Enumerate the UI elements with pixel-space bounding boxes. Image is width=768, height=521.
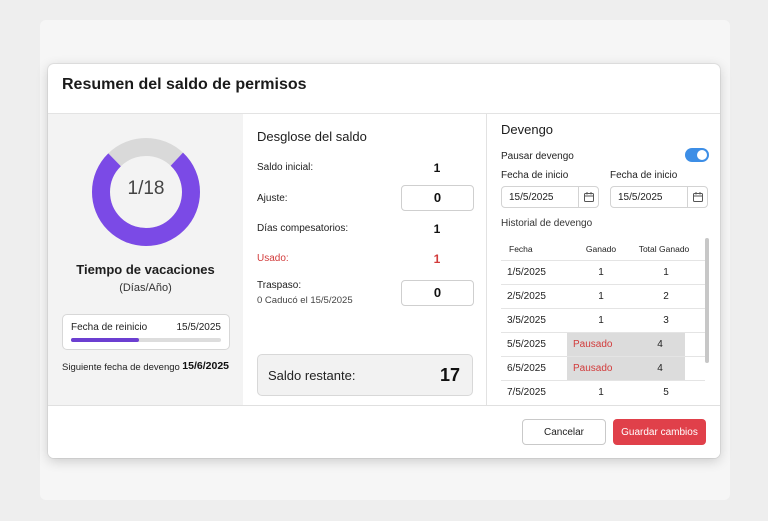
row-date: 6/5/2025 [507,363,546,374]
start-date-input-1[interactable]: 15/5/2025 [501,186,599,208]
table-row: 6/5/2025 Pausado 4 [501,356,705,381]
remaining-balance-label: Saldo restante: [268,368,356,383]
row-earned: 1 [598,267,604,278]
pause-accrual-label: Pausar devengo [501,151,574,162]
save-changes-button[interactable]: Guardar cambios [613,419,706,445]
used-label: Usado: [257,253,289,264]
toggle-knob [697,150,707,160]
pause-accrual-toggle[interactable] [685,148,709,162]
start-date-label-2: Fecha de inicio [610,170,678,181]
row-total: 2 [663,291,669,302]
table-row: 5/5/2025 Pausado 4 [501,332,705,357]
table-row: 7/5/2025 1 5 [501,380,705,404]
comp-days-value: 1 [433,222,441,236]
adjustment-label: Ajuste: [257,193,288,204]
table-scrollbar[interactable] [705,238,709,363]
carryover-input[interactable]: 0 [401,280,474,306]
initial-balance-value: 1 [433,161,441,175]
row-total: 3 [663,315,669,326]
breakdown-title: Desglose del saldo [257,129,367,144]
reset-date-value: 15/5/2025 [176,322,222,333]
accrual-title: Devengo [501,122,554,137]
row-earned: 1 [598,315,604,326]
next-accrual-date: 15/6/2025 [182,360,229,372]
row-total: 4 [635,333,685,357]
cancel-button[interactable]: Cancelar [522,419,606,445]
reset-progress-track [71,338,221,342]
carryover-expiry-note: 0 Caducó el 15/5/2025 [257,295,353,306]
row-date: 2/5/2025 [507,291,546,302]
used-value: 1 [433,252,441,266]
dialog-header: Resumen del saldo de permisos [48,64,720,114]
row-date: 3/5/2025 [507,315,546,326]
carryover-label: Traspaso: [257,280,302,291]
initial-balance-label: Saldo inicial: [257,162,314,173]
table-row: 2/5/2025 1 2 [501,284,705,308]
vacation-donut-chart: 1/18 [90,136,202,248]
row-date: 1/5/2025 [507,267,546,278]
vacation-subtitle: (Días/Año) [119,282,172,294]
column-header-earned: Ganado [585,244,617,254]
dialog-title: Resumen del saldo de permisos [62,76,307,93]
reset-date-label: Fecha de reinicio [71,322,148,333]
balance-breakdown-panel: Desglose del saldo Saldo inicial: 1 Ajus… [243,114,486,405]
remaining-balance-value: 17 [439,365,460,385]
row-total: 1 [663,267,669,278]
vacation-title: Tiempo de vacaciones [76,262,215,277]
column-header-total: Total Ganado [638,244,690,254]
row-earned: 1 [598,387,604,398]
accrual-panel: Devengo Pausar devengo Fecha de inicio 1… [486,114,720,405]
calendar-icon[interactable] [578,187,598,207]
dialog-footer: Cancelar Guardar cambios [48,405,720,458]
comp-days-label: Días compesatorios: [257,223,349,234]
table-row: 1/5/2025 1 1 [501,260,705,284]
donut-ratio-label: 1/18 [127,178,165,199]
start-date-value-2: 15/5/2025 [618,192,663,203]
accrual-history-table: Fecha Ganado Total Ganado 1/5/2025 1 1 2… [501,238,705,405]
next-accrual-label: Siguiente fecha de devengo [62,362,180,373]
row-earned-paused: Pausado [567,357,635,381]
adjustment-input[interactable]: 0 [401,185,474,211]
remaining-balance-card: Saldo restante: 17 [257,354,473,396]
row-date: 5/5/2025 [507,339,546,350]
calendar-icon[interactable] [687,187,707,207]
table-row: 3/5/2025 1 3 [501,308,705,332]
row-date: 7/5/2025 [507,387,546,398]
leave-balance-dialog: Resumen del saldo de permisos 1/18 Tiemp… [48,64,720,458]
column-header-date: Fecha [509,244,533,254]
accrual-history-label: Historial de devengo [501,218,593,229]
start-date-input-2[interactable]: 15/5/2025 [610,186,708,208]
reset-progress-fill [71,338,139,342]
row-earned-paused: Pausado [567,333,635,357]
vacation-summary-panel: 1/18 Tiempo de vacaciones (Días/Año) Fec… [48,114,243,405]
row-total: 4 [635,357,685,381]
row-earned: 1 [598,291,604,302]
start-date-value-1: 15/5/2025 [509,192,554,203]
reset-date-card: Fecha de reinicio 15/5/2025 [62,314,230,350]
row-total: 5 [663,387,669,398]
start-date-label-1: Fecha de inicio [501,170,569,181]
